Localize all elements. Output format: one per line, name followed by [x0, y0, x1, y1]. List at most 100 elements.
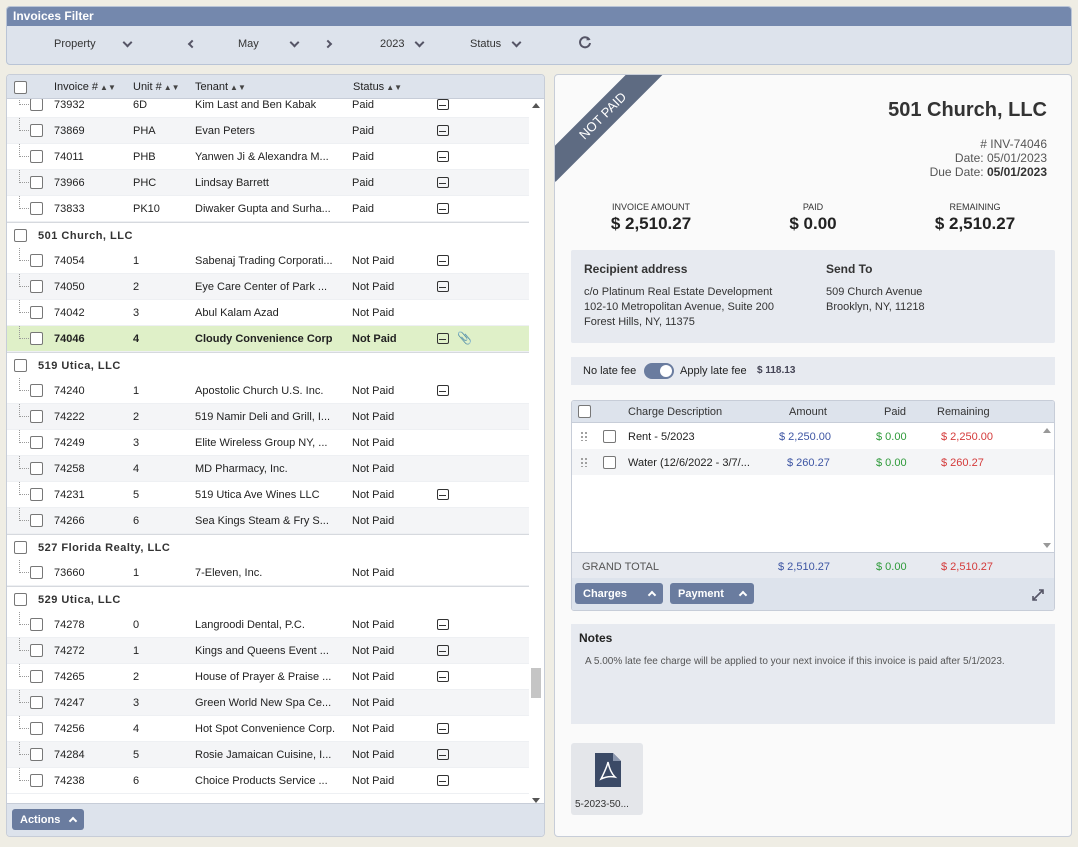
- table-row[interactable]: 73869 PHA Evan Peters Paid: [7, 118, 529, 144]
- refresh-button[interactable]: [578, 35, 592, 49]
- property-group-header[interactable]: 527 Florida Realty, LLC: [7, 534, 529, 560]
- table-row[interactable]: 74249 3 Elite Wireless Group NY, ... Not Pa…: [7, 430, 529, 456]
- table-row[interactable]: 74266 6 Sea Kings Steam & Fry S... Not Paid: [7, 508, 529, 534]
- row-checkbox[interactable]: [30, 150, 43, 163]
- charge-row[interactable]: Rent - 5/2023 $ 2,250.00 $ 0.00 $ 2,250.…: [572, 423, 1054, 449]
- row-checkbox[interactable]: [30, 488, 43, 501]
- scroll-up-arrow[interactable]: [1043, 428, 1051, 433]
- table-row[interactable]: 73833 PK10 Diwaker Gupta and Surha... Paid: [7, 196, 529, 222]
- email-sent-icon[interactable]: [437, 619, 449, 630]
- table-row[interactable]: 74272 1 Kings and Queens Event ... Not Paid: [7, 638, 529, 664]
- drag-handle-icon[interactable]: [580, 457, 588, 467]
- attachment-icon[interactable]: 📎: [457, 331, 472, 345]
- table-row[interactable]: 74046 4 Cloudy Convenience Corp Not Paid 📎: [7, 326, 529, 352]
- row-checkbox[interactable]: [30, 384, 43, 397]
- row-checkbox[interactable]: [30, 644, 43, 657]
- property-dropdown[interactable]: Property: [54, 37, 133, 50]
- group-checkbox[interactable]: [14, 541, 27, 554]
- table-row[interactable]: 73966 PHC Lindsay Barrett Paid: [7, 170, 529, 196]
- row-checkbox[interactable]: [30, 774, 43, 787]
- table-row[interactable]: 74240 1 Apostolic Church U.S. Inc. Not Paid: [7, 378, 529, 404]
- table-row[interactable]: 74247 3 Green World New Spa Ce... Not Paid: [7, 690, 529, 716]
- email-sent-icon[interactable]: [437, 671, 449, 682]
- table-row[interactable]: 74011 PHB Yanwen Ji & Alexandra M... Paid: [7, 144, 529, 170]
- charge-row-checkbox[interactable]: [603, 456, 616, 469]
- email-sent-icon[interactable]: [437, 125, 449, 136]
- email-sent-icon[interactable]: [437, 333, 449, 344]
- table-row[interactable]: 74258 4 MD Pharmacy, Inc. Not Paid: [7, 456, 529, 482]
- next-month-button[interactable]: [323, 39, 333, 49]
- row-checkbox[interactable]: [30, 670, 43, 683]
- row-checkbox[interactable]: [30, 202, 43, 215]
- email-sent-icon[interactable]: [437, 749, 449, 760]
- row-checkbox[interactable]: [30, 696, 43, 709]
- year-dropdown[interactable]: 2023: [380, 37, 425, 50]
- table-row[interactable]: 74256 4 Hot Spot Convenience Corp. Not Paid: [7, 716, 529, 742]
- col-invoice-header[interactable]: Invoice # ▲▼: [54, 81, 116, 93]
- email-sent-icon[interactable]: [437, 723, 449, 734]
- table-row[interactable]: 74050 2 Eye Care Center of Park ... Not Pai…: [7, 274, 529, 300]
- email-sent-icon[interactable]: [437, 99, 449, 110]
- status-dropdown[interactable]: Status: [470, 37, 522, 50]
- row-checkbox[interactable]: [30, 514, 43, 527]
- email-sent-icon[interactable]: [437, 281, 449, 292]
- row-checkbox[interactable]: [30, 462, 43, 475]
- email-sent-icon[interactable]: [437, 489, 449, 500]
- row-checkbox[interactable]: [30, 410, 43, 423]
- row-checkbox[interactable]: [30, 332, 43, 345]
- table-row[interactable]: 74222 2 519 Namir Deli and Grill, I... Not …: [7, 404, 529, 430]
- table-row[interactable]: 74231 5 519 Utica Ave Wines LLC Not Paid: [7, 482, 529, 508]
- row-checkbox[interactable]: [30, 436, 43, 449]
- email-sent-icon[interactable]: [437, 775, 449, 786]
- drag-handle-icon[interactable]: [580, 431, 588, 441]
- email-sent-icon[interactable]: [437, 645, 449, 656]
- table-row[interactable]: 74284 5 Rosie Jamaican Cuisine, I... Not Pa…: [7, 742, 529, 768]
- row-checkbox[interactable]: [30, 722, 43, 735]
- month-dropdown[interactable]: May: [238, 37, 300, 50]
- table-row[interactable]: 74265 2 House of Prayer & Praise ... Not Pa…: [7, 664, 529, 690]
- grid-scrollbar[interactable]: [530, 103, 542, 803]
- property-group-header[interactable]: 519 Utica, LLC: [7, 352, 529, 378]
- email-sent-icon[interactable]: [437, 255, 449, 266]
- row-checkbox[interactable]: [30, 124, 43, 137]
- email-sent-icon[interactable]: [437, 177, 449, 188]
- col-charge-desc[interactable]: Charge Description: [628, 406, 722, 418]
- property-group-header[interactable]: 529 Utica, LLC: [7, 586, 529, 612]
- charges-scrollbar[interactable]: [1041, 428, 1051, 548]
- property-group-header[interactable]: 501 Church, LLC: [7, 222, 529, 248]
- row-checkbox[interactable]: [30, 566, 43, 579]
- row-checkbox[interactable]: [30, 254, 43, 267]
- row-checkbox[interactable]: [30, 618, 43, 631]
- col-tenant-header[interactable]: Tenant ▲▼: [195, 81, 246, 93]
- table-row[interactable]: 74042 3 Abul Kalam Azad Not Paid: [7, 300, 529, 326]
- actions-button[interactable]: Actions: [12, 809, 85, 830]
- charges-button[interactable]: Charges: [575, 583, 664, 604]
- prev-month-button[interactable]: [187, 39, 197, 49]
- email-sent-icon[interactable]: [437, 151, 449, 162]
- payment-button[interactable]: Payment: [670, 583, 754, 604]
- row-checkbox[interactable]: [30, 99, 43, 111]
- scroll-up-arrow[interactable]: [532, 103, 540, 108]
- row-checkbox[interactable]: [30, 280, 43, 293]
- group-checkbox[interactable]: [14, 229, 27, 242]
- charges-select-all-checkbox[interactable]: [578, 405, 591, 418]
- scroll-thumb[interactable]: [531, 668, 541, 698]
- email-sent-icon[interactable]: [437, 385, 449, 396]
- col-status-header[interactable]: Status ▲▼: [353, 81, 402, 93]
- charge-row-checkbox[interactable]: [603, 430, 616, 443]
- group-checkbox[interactable]: [14, 593, 27, 606]
- scroll-down-arrow[interactable]: [1043, 543, 1051, 548]
- col-unit-header[interactable]: Unit # ▲▼: [133, 81, 180, 93]
- table-row[interactable]: 74278 0 Langroodi Dental, P.C. Not Paid: [7, 612, 529, 638]
- table-row[interactable]: 74238 6 Choice Products Service ... Not Pai…: [7, 768, 529, 794]
- row-checkbox[interactable]: [30, 176, 43, 189]
- table-row[interactable]: 73932 6D Kim Last and Ben Kabak Paid: [7, 99, 529, 118]
- row-checkbox[interactable]: [30, 748, 43, 761]
- table-row[interactable]: 73660 1 7-Eleven, Inc. Not Paid: [7, 560, 529, 586]
- col-charge-paid[interactable]: Paid: [884, 406, 906, 418]
- row-checkbox[interactable]: [30, 306, 43, 319]
- expand-icon[interactable]: [1032, 589, 1044, 601]
- pdf-attachment[interactable]: 5-2023-50...: [571, 743, 643, 815]
- col-charge-remaining[interactable]: Remaining: [937, 406, 990, 418]
- table-row[interactable]: 74054 1 Sabenaj Trading Corporati... Not Pa…: [7, 248, 529, 274]
